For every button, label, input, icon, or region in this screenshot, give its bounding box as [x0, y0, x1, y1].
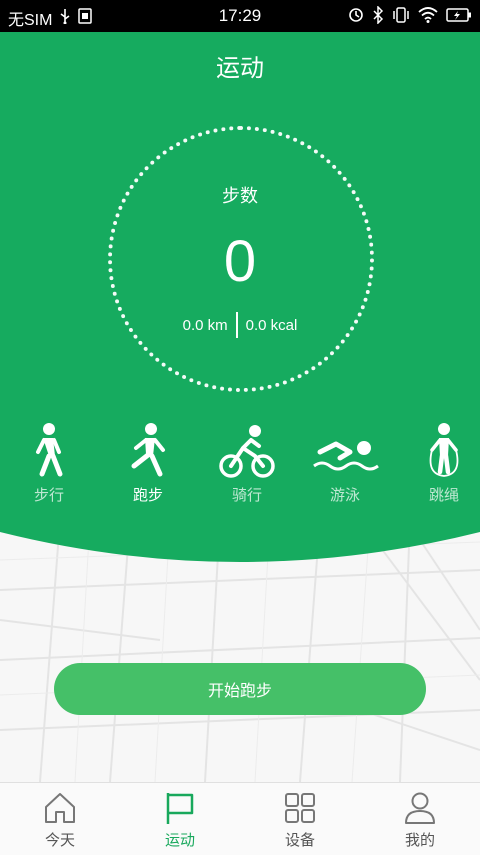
distance-value: 0.0 km	[182, 316, 228, 334]
tab-label: 今天	[44, 831, 75, 849]
sport-label: 骑行	[231, 486, 262, 504]
status-bar: 无SIM 17:29	[0, 0, 480, 32]
metrics-divider	[235, 312, 238, 338]
bluetooth-icon	[372, 5, 384, 29]
steps-label: 步数	[222, 186, 258, 207]
tab-label: 我的	[404, 831, 435, 849]
walking-icon	[36, 423, 63, 477]
home-icon	[45, 793, 75, 823]
grid-icon	[285, 793, 315, 823]
sport-run[interactable]: 跑步	[108, 422, 188, 505]
alarm-icon	[348, 7, 364, 28]
tab-label: 运动	[164, 831, 195, 849]
sport-label: 游泳	[329, 486, 360, 504]
sport-swim[interactable]: 游泳	[305, 422, 385, 505]
sport-walk[interactable]: 步行	[9, 422, 89, 505]
start-run-button[interactable]: 开始跑步	[54, 663, 426, 715]
jump-rope-icon	[429, 423, 459, 477]
running-icon	[131, 423, 165, 477]
sport-label: 跳绳	[428, 486, 459, 504]
tab-sport[interactable]: 运动	[120, 791, 240, 850]
metrics-row: 0.0 km 0.0 kcal	[0, 312, 480, 338]
page-title: 运动	[216, 54, 264, 82]
sport-jump-rope[interactable]: 跳绳	[404, 422, 480, 505]
wifi-icon	[418, 7, 438, 28]
tab-me[interactable]: 我的	[360, 791, 480, 850]
bottom-tab-bar: 今天 运动 设备 我的	[0, 782, 480, 855]
tab-device[interactable]: 设备	[240, 791, 360, 850]
steps-value: 0	[223, 229, 257, 294]
status-right	[348, 5, 472, 29]
sport-selector: 步行 跑步 骑行 游泳 跳绳	[0, 422, 480, 512]
cycling-icon	[219, 425, 275, 478]
sport-ride[interactable]: 骑行	[207, 422, 287, 505]
tab-today[interactable]: 今天	[0, 791, 120, 850]
tab-label: 设备	[284, 831, 315, 849]
flag-icon	[166, 793, 194, 824]
sport-label: 跑步	[132, 486, 163, 504]
calories-value: 0.0 kcal	[245, 316, 298, 334]
battery-icon	[446, 8, 472, 27]
swimming-icon	[313, 441, 379, 471]
vibrate-icon	[392, 7, 410, 28]
person-icon	[405, 792, 435, 824]
sport-label: 步行	[33, 486, 64, 504]
